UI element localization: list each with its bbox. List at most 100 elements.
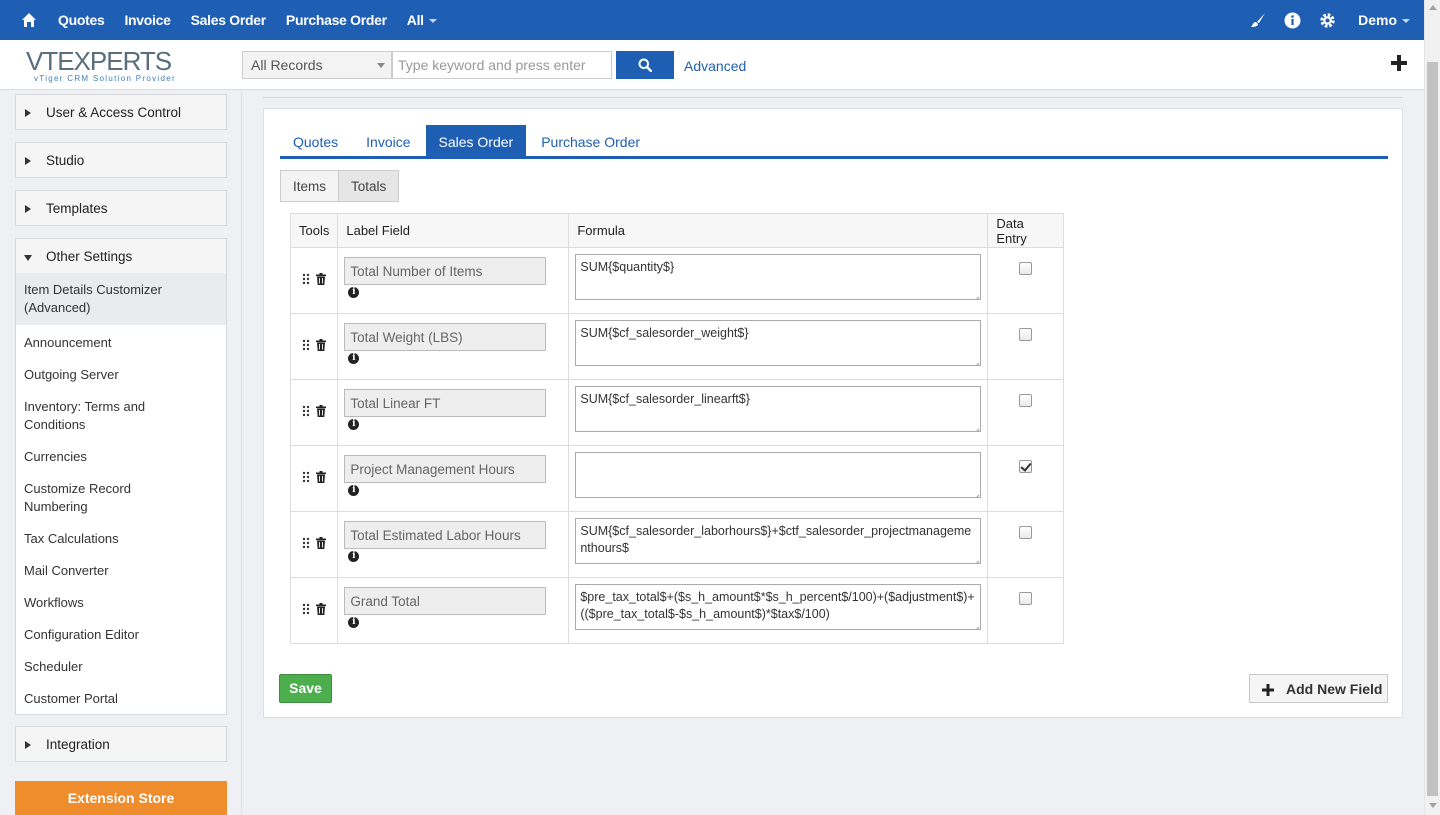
sidebar-item-tax-calculations[interactable]: Tax Calculations bbox=[16, 530, 226, 548]
data-entry-checkbox[interactable] bbox=[1019, 526, 1033, 539]
data-entry-checkbox[interactable] bbox=[1019, 262, 1033, 275]
drag-handle-icon[interactable] bbox=[302, 537, 310, 552]
user-menu[interactable]: Demo bbox=[1358, 12, 1410, 28]
nav-sales-order[interactable]: Sales Order bbox=[191, 12, 267, 28]
column-header-data-entry: Data Entry bbox=[987, 213, 1065, 248]
page-scrollbar[interactable] bbox=[1424, 0, 1440, 815]
label-field-cell: Total Number of Items i bbox=[337, 247, 570, 314]
brush-icon[interactable] bbox=[1250, 12, 1266, 28]
tab-quotes[interactable]: Quotes bbox=[280, 125, 351, 156]
trash-icon[interactable] bbox=[316, 273, 326, 288]
subtab-totals[interactable]: Totals bbox=[339, 170, 400, 202]
info-icon[interactable] bbox=[1284, 12, 1301, 29]
tab-purchase-order[interactable]: Purchase Order bbox=[528, 125, 653, 156]
add-new-field-button[interactable]: Add New Field bbox=[1249, 674, 1388, 703]
trash-icon[interactable] bbox=[316, 537, 326, 552]
drag-handle-icon[interactable] bbox=[302, 603, 310, 618]
drag-handle-icon[interactable] bbox=[302, 273, 310, 288]
drag-handle-icon[interactable] bbox=[302, 405, 310, 420]
resize-handle-icon[interactable] bbox=[972, 555, 980, 563]
formula-textarea[interactable]: SUM{$cf_salesorder_weight$} bbox=[575, 320, 982, 366]
section-label: Other Settings bbox=[46, 249, 133, 264]
plus-icon[interactable] bbox=[1390, 54, 1408, 75]
label-field-input[interactable]: Grand Total bbox=[344, 587, 547, 615]
nav-invoice[interactable]: Invoice bbox=[124, 12, 170, 28]
sidebar-item-workflows[interactable]: Workflows bbox=[16, 594, 226, 612]
info-icon[interactable]: i bbox=[348, 287, 360, 298]
formula-textarea[interactable] bbox=[575, 452, 982, 498]
sidebar-item-customer-portal[interactable]: Customer Portal bbox=[16, 690, 226, 708]
record-type-value: All Records bbox=[251, 57, 323, 73]
sidebar-item-announcement[interactable]: Announcement bbox=[16, 334, 226, 352]
scroll-down-arrow[interactable] bbox=[1429, 803, 1437, 808]
sidebar-item-record-numbering[interactable]: Customize Record Numbering bbox=[16, 480, 156, 516]
resize-handle-icon[interactable] bbox=[972, 621, 980, 629]
sidebar-section-studio[interactable]: Studio bbox=[15, 142, 227, 178]
label-field-input[interactable]: Total Number of Items bbox=[344, 257, 547, 285]
search-button[interactable] bbox=[616, 51, 674, 79]
advanced-search-link[interactable]: Advanced bbox=[684, 58, 746, 74]
trash-icon[interactable] bbox=[316, 471, 326, 486]
sidebar-item-outgoing-server[interactable]: Outgoing Server bbox=[16, 366, 226, 384]
divider bbox=[263, 97, 1403, 98]
sidebar-section-user-access[interactable]: User & Access Control bbox=[15, 94, 227, 130]
trash-icon[interactable] bbox=[316, 339, 326, 354]
tab-invoice[interactable]: Invoice bbox=[353, 125, 423, 156]
info-icon[interactable]: i bbox=[348, 617, 360, 628]
home-icon[interactable] bbox=[0, 0, 58, 40]
extension-store-button[interactable]: Extension Store bbox=[15, 781, 227, 815]
sidebar-item-mail-converter[interactable]: Mail Converter bbox=[16, 562, 226, 580]
label-field-input[interactable]: Total Weight (LBS) bbox=[344, 323, 547, 351]
formula-text: SUM{$cf_salesorder_laborhours$}+$ctf_sal… bbox=[580, 524, 972, 555]
formula-textarea[interactable]: $pre_tax_total$+($s_h_amount$*$s_h_perce… bbox=[575, 584, 982, 630]
record-type-select[interactable]: All Records bbox=[242, 51, 392, 79]
formula-cell: SUM{$quantity$} bbox=[568, 247, 989, 314]
info-icon[interactable]: i bbox=[348, 353, 360, 364]
sidebar-section-other-settings[interactable]: Other Settings bbox=[15, 238, 227, 274]
resize-handle-icon[interactable] bbox=[972, 357, 980, 365]
scroll-up-arrow[interactable] bbox=[1429, 5, 1437, 10]
trash-icon[interactable] bbox=[316, 603, 326, 618]
resize-handle-icon[interactable] bbox=[972, 423, 980, 431]
trash-icon[interactable] bbox=[316, 405, 326, 420]
sidebar-section-integration[interactable]: Integration bbox=[15, 726, 227, 762]
formula-textarea[interactable]: SUM{$cf_salesorder_linearft$} bbox=[575, 386, 982, 432]
sidebar-item-inventory-terms[interactable]: Inventory: Terms and Conditions bbox=[16, 398, 166, 434]
sidebar-item-item-details-customizer[interactable]: Item Details Customizer (Advanced) bbox=[16, 273, 226, 325]
sidebar-item-currencies[interactable]: Currencies bbox=[16, 448, 226, 466]
scroll-thumb[interactable] bbox=[1427, 62, 1438, 796]
data-entry-checkbox[interactable] bbox=[1019, 328, 1033, 341]
user-name: Demo bbox=[1358, 12, 1397, 28]
tab-sales-order[interactable]: Sales Order bbox=[425, 125, 527, 156]
info-icon[interactable]: i bbox=[348, 485, 360, 496]
sidebar-section-templates[interactable]: Templates bbox=[15, 190, 227, 226]
data-entry-cell bbox=[987, 511, 1065, 578]
resize-handle-icon[interactable] bbox=[972, 291, 980, 299]
formula-text: SUM{$quantity$} bbox=[580, 260, 675, 274]
data-entry-checkbox[interactable] bbox=[1019, 592, 1033, 605]
nav-quotes[interactable]: Quotes bbox=[58, 12, 105, 28]
table-row: Total Weight (LBS) i SUM{$cf_salesorder_we… bbox=[289, 313, 1065, 380]
save-button[interactable]: Save bbox=[279, 674, 332, 703]
resize-handle-icon[interactable] bbox=[972, 489, 980, 497]
drag-handle-icon[interactable] bbox=[302, 339, 310, 354]
label-field-input[interactable]: Total Estimated Labor Hours bbox=[344, 521, 547, 549]
nav-purchase-order[interactable]: Purchase Order bbox=[286, 12, 387, 28]
search-input[interactable] bbox=[392, 51, 612, 79]
data-entry-checkbox[interactable] bbox=[1019, 394, 1033, 407]
gear-icon[interactable] bbox=[1319, 12, 1336, 29]
nav-all-menu[interactable]: All bbox=[407, 12, 437, 28]
data-entry-checkbox[interactable] bbox=[1019, 460, 1033, 473]
company-logo[interactable]: VTEXPERTS vTiger CRM Solution Provider bbox=[26, 48, 186, 84]
sidebar-item-configuration-editor[interactable]: Configuration Editor bbox=[16, 626, 226, 644]
sidebar-item-scheduler[interactable]: Scheduler bbox=[16, 658, 226, 676]
formula-textarea[interactable]: SUM{$quantity$} bbox=[575, 254, 982, 300]
subtab-items[interactable]: Items bbox=[280, 170, 340, 202]
label-field-cell: Total Estimated Labor Hours i bbox=[337, 511, 570, 578]
label-field-input[interactable]: Project Management Hours bbox=[344, 455, 547, 483]
drag-handle-icon[interactable] bbox=[302, 471, 310, 486]
label-field-input[interactable]: Total Linear FT bbox=[344, 389, 547, 417]
formula-textarea[interactable]: SUM{$cf_salesorder_laborhours$}+$ctf_sal… bbox=[575, 518, 982, 564]
info-icon[interactable]: i bbox=[348, 419, 360, 430]
info-icon[interactable]: i bbox=[348, 551, 360, 562]
